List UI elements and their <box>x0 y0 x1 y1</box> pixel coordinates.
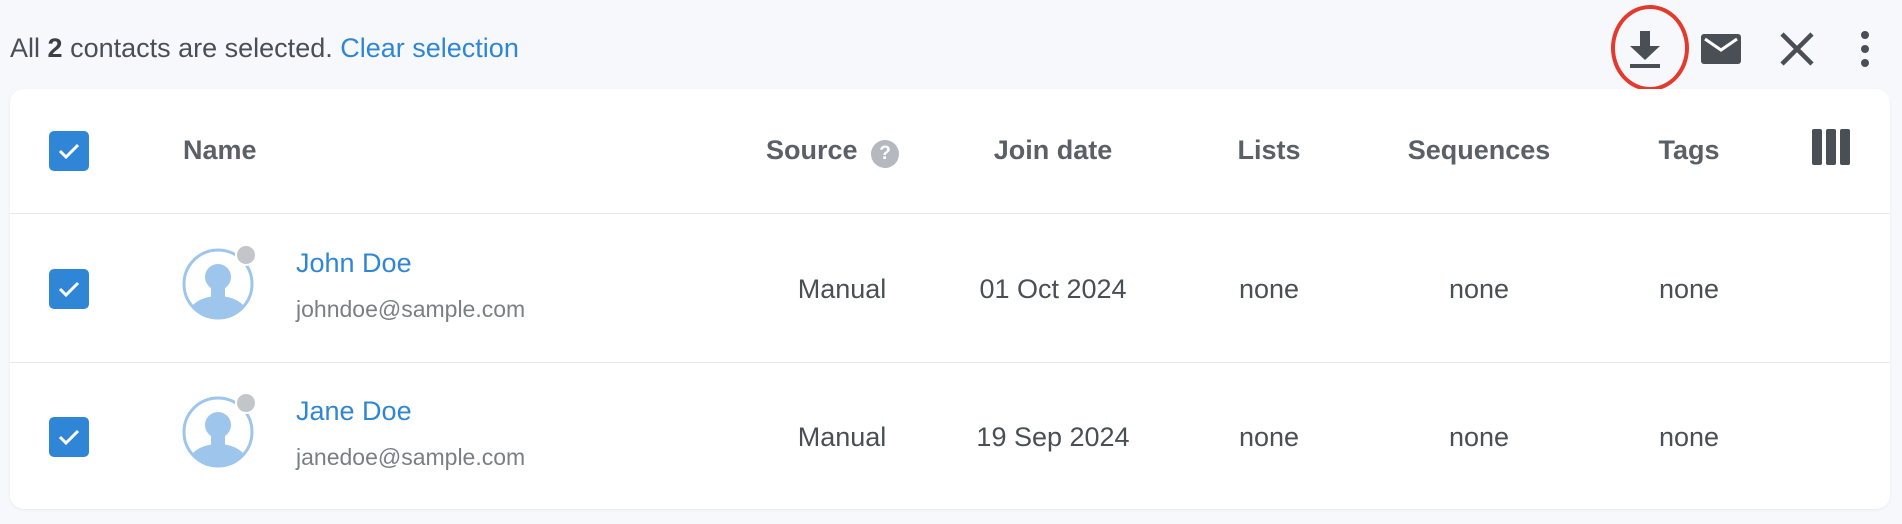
more-vert-icon <box>1861 31 1869 67</box>
avatar <box>182 392 257 468</box>
cell-lists: none <box>1238 274 1300 304</box>
contact-email: janedoe@sample.com <box>296 444 526 470</box>
select-all-checkbox[interactable] <box>49 131 89 171</box>
column-header-name[interactable]: Name <box>183 135 257 166</box>
view-columns-icon <box>1812 129 1850 165</box>
download-button[interactable] <box>1617 21 1673 77</box>
cell-source: Manual <box>797 274 887 304</box>
column-header-tags[interactable]: Tags <box>1658 135 1719 166</box>
columns-settings-button[interactable] <box>1812 129 1850 170</box>
close-icon <box>1780 32 1814 66</box>
contacts-table: Name Source ? Join date Lists Sequences … <box>10 89 1890 509</box>
bulk-actions <box>10 0 1892 98</box>
column-header-lists[interactable]: Lists <box>1237 135 1300 166</box>
checkmark-icon <box>58 143 80 159</box>
column-header-join-date[interactable]: Join date <box>994 135 1113 166</box>
contact-name-link[interactable]: John Doe <box>296 248 412 279</box>
selection-bar: All 2 contacts are selected. Clear selec… <box>10 0 1892 98</box>
email-button[interactable] <box>1693 21 1749 77</box>
more-options-button[interactable] <box>1845 21 1885 77</box>
checkmark-icon <box>58 429 80 445</box>
cell-sequences: none <box>1448 422 1510 452</box>
table-row[interactable]: John Doe johndoe@sample.com Manual 01 Oc… <box>10 214 1890 363</box>
column-header-sequences[interactable]: Sequences <box>1408 135 1551 166</box>
table-header: Name Source ? Join date Lists Sequences … <box>10 89 1890 214</box>
checkmark-icon <box>58 281 80 297</box>
cell-tags: none <box>1658 274 1720 304</box>
contact-email: johndoe@sample.com <box>296 296 526 322</box>
cell-source: Manual <box>797 422 887 452</box>
avatar <box>182 244 257 320</box>
email-icon <box>1701 34 1741 64</box>
contact-name-link[interactable]: Jane Doe <box>296 396 412 427</box>
cell-tags: none <box>1658 422 1720 452</box>
download-icon <box>1630 31 1660 68</box>
cell-join-date: 01 Oct 2024 <box>979 274 1127 304</box>
clear-selection-button[interactable] <box>1769 21 1825 77</box>
column-header-source[interactable]: Source <box>766 135 858 166</box>
row-checkbox[interactable] <box>49 269 89 309</box>
cell-lists: none <box>1238 422 1300 452</box>
cell-sequences: none <box>1448 274 1510 304</box>
help-icon[interactable]: ? <box>871 140 899 168</box>
cell-join-date: 19 Sep 2024 <box>976 422 1130 452</box>
row-checkbox[interactable] <box>49 417 89 457</box>
table-row[interactable]: Jane Doe janedoe@sample.com Manual 19 Se… <box>10 362 1890 510</box>
